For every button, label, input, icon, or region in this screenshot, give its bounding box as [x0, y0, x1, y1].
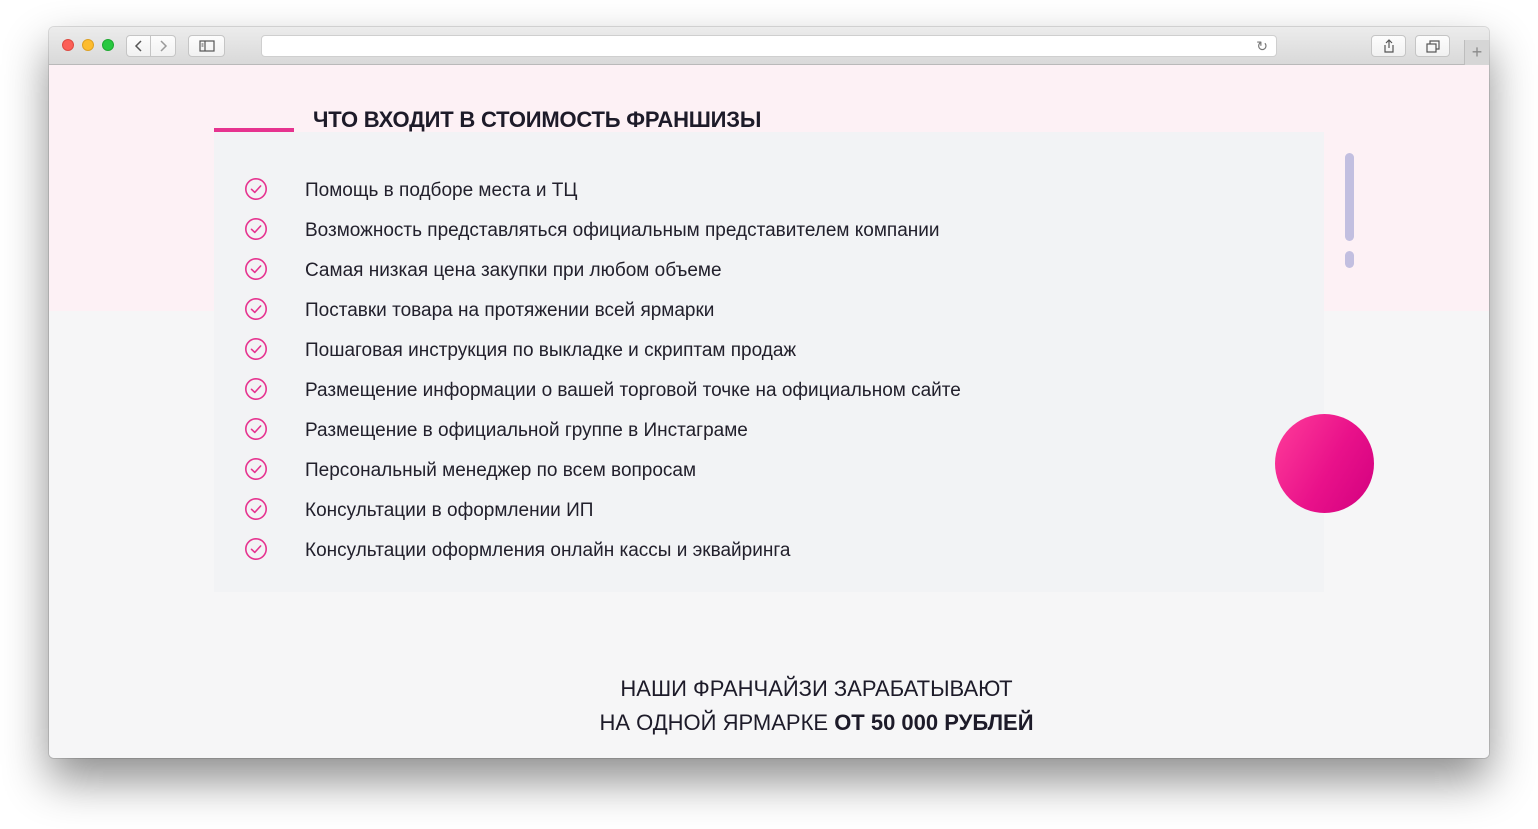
scroll-indicator[interactable]: [1345, 153, 1354, 241]
earnings-heading-line2: НА ОДНОЙ ЯРМАРКЕ ОТ 50 000 РУБЛЕЙ: [49, 710, 1489, 736]
check-circle-icon: [245, 338, 267, 360]
check-circle-icon: [245, 498, 267, 520]
chevron-right-icon: [160, 40, 168, 52]
check-circle-icon: [245, 178, 267, 200]
show-tabs-button[interactable]: [1415, 35, 1450, 57]
reload-icon[interactable]: ↻: [1256, 37, 1268, 55]
earnings-prefix: НА ОДНОЙ ЯРМАРКЕ: [599, 710, 835, 735]
decorative-circle: [1275, 414, 1374, 513]
check-circle-icon: [245, 218, 267, 240]
check-circle-icon: [245, 258, 267, 280]
chevron-left-icon: [134, 40, 142, 52]
earnings-heading-line1: НАШИ ФРАНЧАЙЗИ ЗАРАБАТЫВАЮТ: [620, 676, 1013, 701]
new-tab-button[interactable]: +: [1464, 40, 1489, 65]
maximize-window-button[interactable]: [102, 39, 114, 51]
list-item-text: Персональный менеджер по всем вопросам: [305, 460, 697, 481]
franchise-includes-card: Помощь в подборе места и ТЦ Возможность п…: [214, 132, 1324, 592]
sidebar-icon: [198, 40, 215, 52]
list-item-text: Пошаговая инструкция по выкладке и скрип…: [305, 340, 797, 361]
scroll-indicator-dot[interactable]: [1345, 251, 1354, 268]
share-icon: [1383, 39, 1394, 53]
list-item-text: Размещение информации о вашей торговой т…: [305, 380, 961, 401]
tabs-icon: [1425, 39, 1440, 53]
minimize-window-button[interactable]: [82, 39, 94, 51]
list-item-text: Поставки товара на протяжении всей ярмар…: [305, 300, 715, 321]
list-item-text: Консультации в оформлении ИП: [305, 500, 594, 521]
list-item-text: Возможность представляться официальным п…: [305, 220, 940, 241]
earnings-amount: ОТ 50 000 РУБЛЕЙ: [834, 710, 1034, 735]
share-button[interactable]: [1371, 35, 1406, 57]
list-item-text: Консультации оформления онлайн кассы и э…: [305, 540, 791, 561]
list-item-text: Размещение в официальной группе в Инстаг…: [305, 420, 748, 441]
check-circle-icon: [245, 298, 267, 320]
plus-icon: +: [1471, 42, 1483, 62]
check-circle-icon: [245, 538, 267, 560]
check-circle-icon: [245, 378, 267, 400]
browser-toolbar: ↻ +: [49, 27, 1489, 65]
close-window-button[interactable]: [62, 39, 74, 51]
list-item-text: Помощь в подборе места и ТЦ: [305, 180, 578, 201]
check-circle-icon: [245, 418, 267, 440]
list-item-text: Самая низкая цена закупки при любом объе…: [305, 260, 722, 281]
section-title: ЧТО ВХОДИТ В СТОИМОСТЬ ФРАНШИЗЫ: [313, 107, 762, 132]
back-button[interactable]: [126, 35, 151, 57]
forward-button[interactable]: [151, 35, 176, 57]
browser-window: ↻ + ЧТО ВХОДИТ В СТОИМОСТЬ ФРАНШИЗЫ Помо…: [49, 27, 1489, 758]
page-content: ЧТО ВХОДИТ В СТОИМОСТЬ ФРАНШИЗЫ Помощь в…: [49, 65, 1489, 758]
sidebar-toggle-button[interactable]: [188, 35, 225, 57]
address-bar[interactable]: ↻: [261, 35, 1277, 57]
check-circle-icon: [245, 458, 267, 480]
